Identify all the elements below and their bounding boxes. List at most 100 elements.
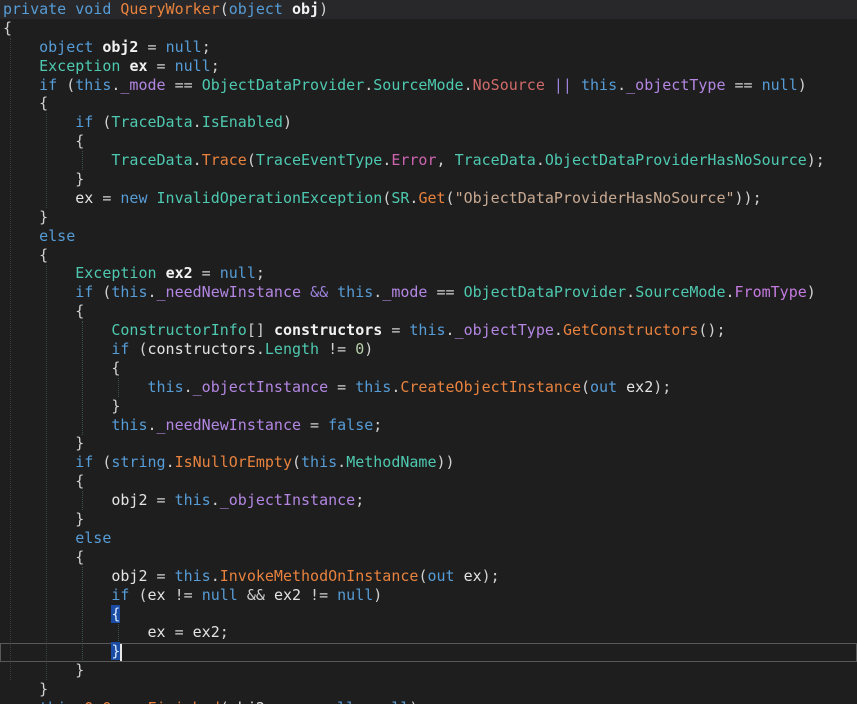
code-token: == (726, 76, 762, 94)
code-token: else (75, 529, 111, 547)
code-line[interactable]: if (string.IsNullOrEmpty(this.MethodName… (0, 453, 857, 472)
code-token: . (211, 491, 220, 509)
code-token (617, 378, 626, 396)
code-token (93, 38, 102, 56)
code-token: this (175, 491, 211, 509)
code-line[interactable]: { (0, 94, 857, 113)
code-token: ObjectDataProvider (202, 76, 365, 94)
code-token: != (301, 586, 337, 604)
code-token: if (39, 76, 57, 94)
code-line[interactable]: { (0, 605, 857, 624)
code-token: = (301, 416, 328, 434)
code-token: void (75, 0, 111, 18)
code-line[interactable]: if (this._needNewInstance && this._mode … (0, 283, 857, 302)
code-line[interactable]: } (0, 434, 857, 453)
code-line[interactable]: obj2 = this.InvokeMethodOnInstance(out e… (0, 567, 857, 586)
code-line[interactable]: this._needNewInstance = false; (0, 416, 857, 435)
code-token: TraceData (111, 151, 192, 169)
code-line[interactable]: private void QueryWorker(object obj) (0, 0, 857, 19)
code-token (238, 586, 247, 604)
code-line[interactable]: { (0, 132, 857, 151)
code-token (157, 264, 166, 282)
code-editor[interactable]: private void QueryWorker(object obj){ ob… (0, 0, 857, 704)
code-token (3, 378, 148, 396)
code-line[interactable]: ConstructorInfo[] constructors = this._o… (0, 321, 857, 340)
code-token: this (301, 453, 337, 471)
code-token (3, 586, 111, 604)
code-token: this (175, 567, 211, 585)
code-line[interactable]: } (0, 170, 857, 189)
code-token: constructors (148, 340, 256, 358)
code-line[interactable]: ex = new InvalidOperationException(SR.Ge… (0, 189, 857, 208)
code-line[interactable]: else (0, 227, 857, 246)
code-token (283, 0, 292, 18)
code-line[interactable]: } (0, 680, 857, 699)
code-token: this (75, 76, 111, 94)
code-line[interactable]: { (0, 472, 857, 491)
code-line[interactable]: Exception ex = null; (0, 57, 857, 76)
code-line[interactable]: TraceData.Trace(TraceEventType.Error, Tr… (0, 151, 857, 170)
code-token: { (3, 359, 120, 377)
code-line[interactable]: } (0, 661, 857, 680)
code-token: , (355, 699, 373, 704)
code-line[interactable]: if (TraceData.IsEnabled) (0, 113, 857, 132)
code-token: object (39, 38, 93, 56)
code-token: = (166, 623, 193, 641)
code-token: . (337, 453, 346, 471)
code-token: = (93, 189, 120, 207)
code-token: null (166, 38, 202, 56)
code-token: _objectType (455, 321, 554, 339)
code-line[interactable]: { (0, 246, 857, 265)
code-line[interactable]: { (0, 302, 857, 321)
code-line[interactable]: } (0, 510, 857, 529)
code-token (3, 57, 39, 75)
code-line[interactable]: { (0, 359, 857, 378)
code-line[interactable]: } (0, 397, 857, 416)
code-line[interactable]: } (0, 208, 857, 227)
code-line[interactable]: object obj2 = null; (0, 38, 857, 57)
code-line[interactable]: { (0, 548, 857, 567)
code-line[interactable]: ex = ex2; (0, 623, 857, 642)
code-token: this (581, 76, 617, 94)
code-token: ( (93, 283, 111, 301)
code-token: Trace (202, 151, 247, 169)
code-token: ( (129, 340, 147, 358)
code-token (3, 113, 75, 131)
code-token: IsNullOrEmpty (175, 453, 292, 471)
code-token: if (111, 340, 129, 358)
code-token: ex (464, 567, 482, 585)
code-token: ex2 (193, 623, 220, 641)
code-line[interactable]: this._objectInstance = this.CreateObject… (0, 378, 857, 397)
code-token: . (148, 416, 157, 434)
code-token: OnQueryFinished (84, 699, 219, 704)
code-line[interactable]: Exception ex2 = null; (0, 264, 857, 283)
code-line[interactable]: } (0, 642, 857, 661)
code-line[interactable]: this.OnQueryFinished(obj2, ex, null, nul… (0, 699, 857, 704)
code-token: { (3, 246, 48, 264)
code-line[interactable]: if (ex != null && ex2 != null) (0, 586, 857, 605)
code-line[interactable]: else (0, 529, 857, 548)
code-token: null (373, 699, 409, 704)
code-token: = (138, 38, 165, 56)
code-token: ; (202, 38, 211, 56)
code-token: private (3, 0, 66, 18)
code-token: SourceMode (635, 283, 725, 301)
code-token: ( (292, 453, 301, 471)
code-token (3, 491, 111, 509)
code-token: = (148, 491, 175, 509)
code-token: ( (129, 586, 147, 604)
code-token: ( (581, 378, 590, 396)
code-token: ); (807, 151, 825, 169)
code-token: Exception (39, 57, 120, 75)
code-token: . (148, 283, 157, 301)
code-token: } (3, 170, 84, 188)
code-line[interactable]: if (constructors.Length != 0) (0, 340, 857, 359)
code-token: [] (247, 321, 274, 339)
code-token: . (256, 340, 265, 358)
code-line[interactable]: { (0, 19, 857, 38)
code-line[interactable]: obj2 = this._objectInstance; (0, 491, 857, 510)
code-token: null (202, 586, 238, 604)
code-token: ; (355, 491, 364, 509)
code-line[interactable]: if (this._mode == ObjectDataProvider.Sou… (0, 76, 857, 95)
code-token: { (3, 472, 84, 490)
